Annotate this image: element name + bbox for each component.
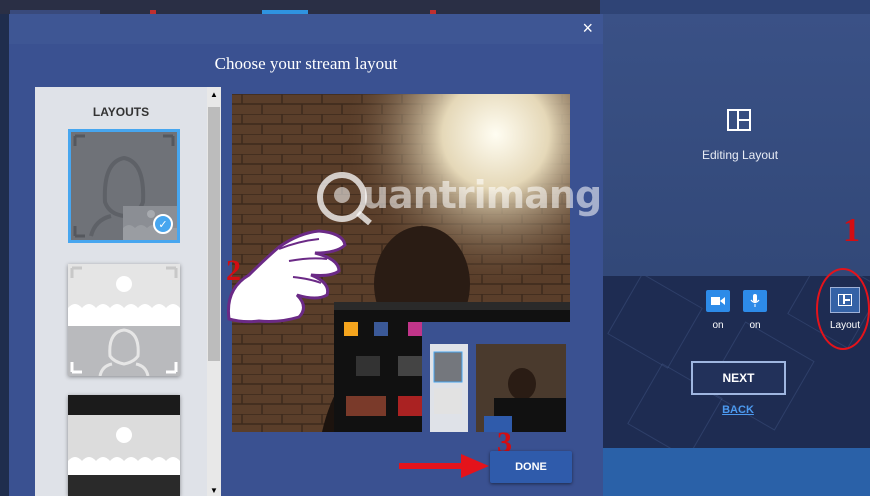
layouts-panel: LAYOUTS ✓ [35,87,207,496]
arrow-right-icon [399,454,489,478]
mic-toggle-button[interactable] [743,290,767,312]
annotation-step-2: 2 [226,254,241,287]
scroll-up-arrow-icon[interactable]: ▲ [209,90,219,100]
layouts-heading: LAYOUTS [92,105,150,119]
scroll-down-arrow-icon[interactable]: ▼ [209,486,219,496]
editing-layout-area [600,14,870,276]
layout-option-2[interactable] [68,264,180,376]
hex-decoration [607,276,703,369]
image-placeholder-icon [68,264,180,376]
image-placeholder-icon [68,395,180,496]
next-button[interactable]: NEXT [691,361,786,395]
close-icon[interactable]: × [582,18,593,39]
camera-status-label: on [712,320,724,331]
done-button[interactable]: DONE [490,451,572,483]
mic-status-label: on [749,320,761,331]
layout-option-1[interactable]: ✓ [68,129,180,243]
editing-layout-label: Editing Layout [701,148,779,162]
annotation-ellipse [816,268,870,350]
layout-option-3[interactable] [68,395,180,496]
stream-layout-modal: × Choose your stream layout LAYOUTS ✓ ▲ … [9,14,603,496]
modal-title: Choose your stream layout [214,54,398,73]
video-camera-icon [711,297,725,305]
annotation-step-1: 1 [843,212,860,249]
camera-toggle-button[interactable] [706,290,730,312]
selected-check-icon: ✓ [153,214,173,234]
layout-icon [727,109,751,131]
right-bottom-bar [600,448,870,496]
back-link[interactable]: BACK [718,404,758,416]
microphone-icon [750,294,760,307]
modal-header: × [9,14,603,44]
